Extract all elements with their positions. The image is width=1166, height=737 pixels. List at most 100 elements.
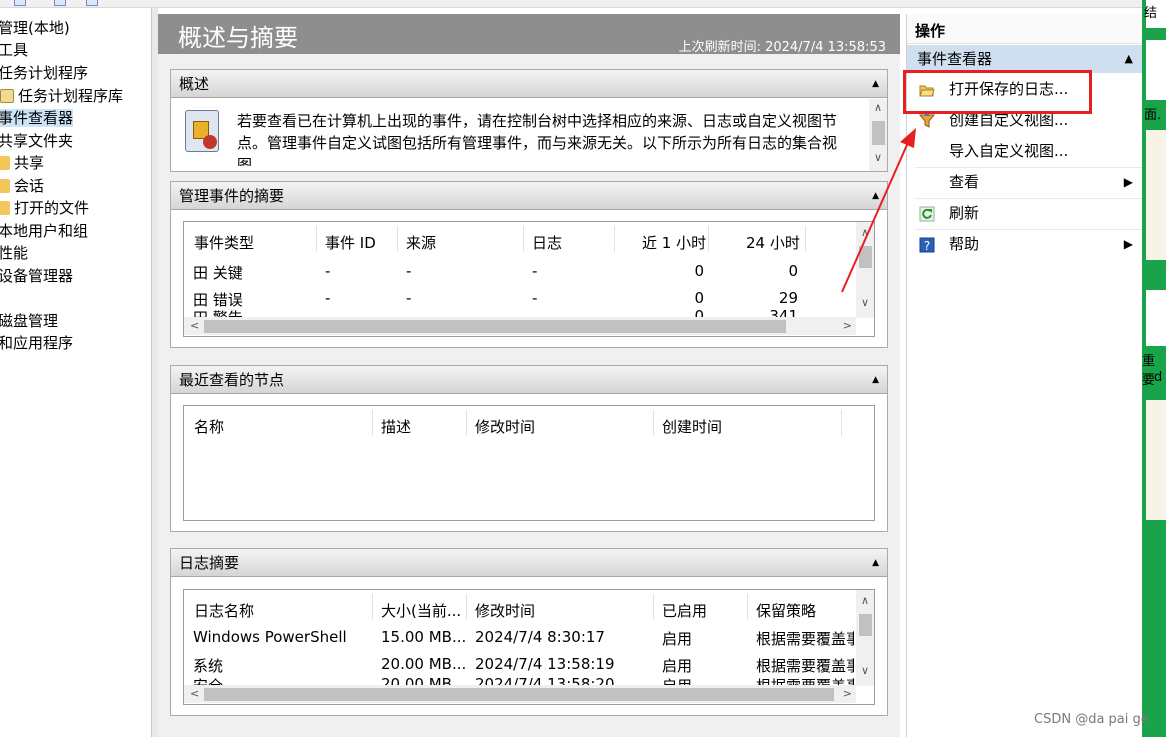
column-divider[interactable] — [397, 226, 398, 252]
tree-item-performance[interactable]: 性能 — [0, 242, 28, 264]
vertical-scrollbar[interactable]: ∧ ∨ — [856, 590, 874, 686]
scroll-right-icon[interactable]: > — [843, 687, 852, 700]
scroll-right-icon[interactable]: > — [843, 319, 852, 332]
cell-log: - — [532, 262, 538, 280]
collapse-arrow-icon[interactable]: ▲ — [872, 549, 879, 577]
column-divider[interactable] — [523, 226, 524, 252]
scroll-up-icon[interactable]: ∧ — [874, 101, 882, 114]
folder-icon — [0, 201, 10, 215]
column-header[interactable]: 修改时间 — [475, 416, 535, 437]
table-row[interactable]: 田 警告 0 341 — [184, 309, 854, 317]
watermark: CSDN @da pai ge — [1034, 712, 1149, 727]
column-header[interactable]: 事件类型 — [194, 232, 254, 253]
tree-item-label: 本地用户和组 — [0, 222, 89, 240]
scroll-left-icon[interactable]: < — [190, 319, 199, 332]
clock-icon — [0, 89, 14, 103]
column-divider[interactable] — [372, 410, 373, 436]
cell-event-type: 田 错误 — [193, 291, 243, 309]
tree-item-task-scheduler[interactable]: 任务计划程序 — [0, 62, 88, 84]
column-header[interactable]: 事件 ID — [325, 232, 376, 253]
horizontal-scrollbar[interactable]: < > — [184, 685, 856, 703]
action-import-custom-view[interactable]: 导入自定义视图... — [907, 136, 1143, 167]
action-label: 刷新 — [949, 204, 980, 222]
column-divider[interactable] — [316, 226, 317, 252]
table-row[interactable]: 田 关键 - - - 0 0 — [184, 258, 854, 284]
table-row[interactable]: Windows PowerShell 15.00 MB... 2024/7/4 … — [184, 624, 854, 650]
action-refresh[interactable]: 刷新 — [907, 198, 1143, 229]
tree-item-task-library[interactable]: 任务计划程序库 — [0, 85, 123, 107]
tree-item-device-manager[interactable]: 设备管理器 — [0, 265, 73, 287]
cell-size: 20.00 MB... — [381, 655, 467, 673]
column-divider[interactable] — [708, 226, 709, 252]
log-summary-grid: 日志名称 大小(当前... 修改时间 已启用 保留策略 Windows Powe… — [183, 589, 875, 705]
column-header[interactable]: 24 小时 — [746, 232, 800, 253]
column-header[interactable]: 名称 — [194, 416, 224, 437]
column-divider[interactable] — [805, 226, 806, 252]
collapse-arrow-icon[interactable]: ▲ — [872, 366, 879, 394]
collapse-arrow-icon[interactable]: ▲ — [872, 70, 879, 98]
log-summary-title[interactable]: 日志摘要 ▲ — [171, 549, 887, 577]
action-help[interactable]: ? 帮助 ▶ — [907, 229, 1143, 260]
scroll-thumb[interactable] — [204, 320, 786, 333]
toolbar-button-help[interactable] — [54, 0, 66, 6]
recent-nodes-title[interactable]: 最近查看的节点 ▲ — [171, 366, 887, 394]
desktop-icon-tile[interactable] — [1146, 400, 1166, 520]
scroll-down-icon[interactable]: ∨ — [861, 664, 869, 677]
overview-panel-title[interactable]: 概述 ▲ — [171, 70, 887, 98]
scroll-up-icon[interactable]: ∧ — [861, 594, 869, 607]
scroll-left-icon[interactable]: < — [190, 687, 199, 700]
column-header[interactable]: 日志 — [532, 232, 562, 253]
column-header[interactable]: 近 1 小时 — [642, 232, 706, 253]
cell-size: 15.00 MB... — [381, 628, 467, 646]
cell-modified: 2024/7/4 13:58:20 — [475, 677, 615, 685]
tree-item-services-apps[interactable]: 和应用程序 — [0, 332, 73, 354]
column-header[interactable]: 来源 — [406, 232, 436, 253]
column-header[interactable]: 大小(当前... — [381, 600, 461, 621]
column-divider[interactable] — [372, 594, 373, 620]
horizontal-scrollbar[interactable]: < > — [184, 317, 856, 335]
table-row[interactable]: 安全 20.00 MB... 2024/7/4 13:58:20 启用 根据需要… — [184, 677, 854, 685]
action-view[interactable]: 查看 ▶ — [907, 167, 1143, 198]
column-divider[interactable] — [466, 594, 467, 620]
tree-item-shared-folders[interactable]: 共享文件夹 — [0, 130, 73, 152]
column-divider[interactable] — [841, 410, 842, 436]
column-header[interactable]: 描述 — [381, 416, 411, 437]
column-header[interactable]: 修改时间 — [475, 600, 535, 621]
tree-item-computer-management[interactable]: 管理(本地) — [0, 17, 70, 39]
desktop-icon-tile[interactable] — [1146, 40, 1166, 100]
toolbar-button-view[interactable] — [86, 0, 98, 6]
tree-item-system-tools[interactable]: 工具 — [0, 39, 28, 61]
column-divider[interactable] — [747, 594, 748, 620]
column-divider[interactable] — [653, 410, 654, 436]
tree-item-label: 性能 — [0, 244, 29, 262]
actions-section-event-viewer[interactable]: 事件查看器 ▲ — [907, 45, 1143, 73]
desktop-icon-tile[interactable] — [1146, 130, 1166, 260]
scroll-thumb[interactable] — [204, 688, 834, 701]
column-divider[interactable] — [466, 410, 467, 436]
tree-item-open-files[interactable]: 打开的文件 — [0, 197, 89, 219]
cell-log: - — [532, 289, 538, 307]
admin-summary-title[interactable]: 管理事件的摘要 ▲ — [171, 182, 887, 210]
tree-item-disk-management[interactable]: 磁盘管理 — [0, 310, 58, 332]
tree-item-local-users[interactable]: 本地用户和组 — [0, 220, 88, 242]
cell-event-type: 田 关键 — [193, 264, 243, 282]
folder-icon — [0, 179, 10, 193]
toolbar-button-back[interactable] — [14, 0, 26, 6]
column-header[interactable]: 已启用 — [662, 600, 707, 621]
cell-modified: 2024/7/4 13:58:19 — [475, 655, 615, 673]
column-header[interactable]: 日志名称 — [194, 600, 254, 621]
column-header[interactable]: 创建时间 — [662, 416, 722, 437]
scroll-thumb[interactable] — [859, 614, 872, 636]
table-row[interactable]: 系统 20.00 MB... 2024/7/4 13:58:19 启用 根据需要… — [184, 651, 854, 677]
tree-item-event-viewer[interactable]: 事件查看器 — [0, 107, 74, 129]
action-label: 导入自定义视图... — [949, 142, 1069, 160]
table-row[interactable]: 田 错误 - - - 0 29 — [184, 285, 854, 311]
column-divider[interactable] — [614, 226, 615, 252]
column-divider[interactable] — [653, 594, 654, 620]
desktop-icon-tile[interactable] — [1146, 290, 1166, 346]
column-header[interactable]: 保留策略 — [756, 600, 816, 621]
tree-item-shares[interactable]: 共享 — [0, 152, 44, 174]
tree-item-sessions[interactable]: 会话 — [0, 175, 44, 197]
tree-item-label: 事件查看器 — [0, 109, 74, 127]
collapse-arrow-icon[interactable]: ▲ — [1125, 45, 1133, 73]
